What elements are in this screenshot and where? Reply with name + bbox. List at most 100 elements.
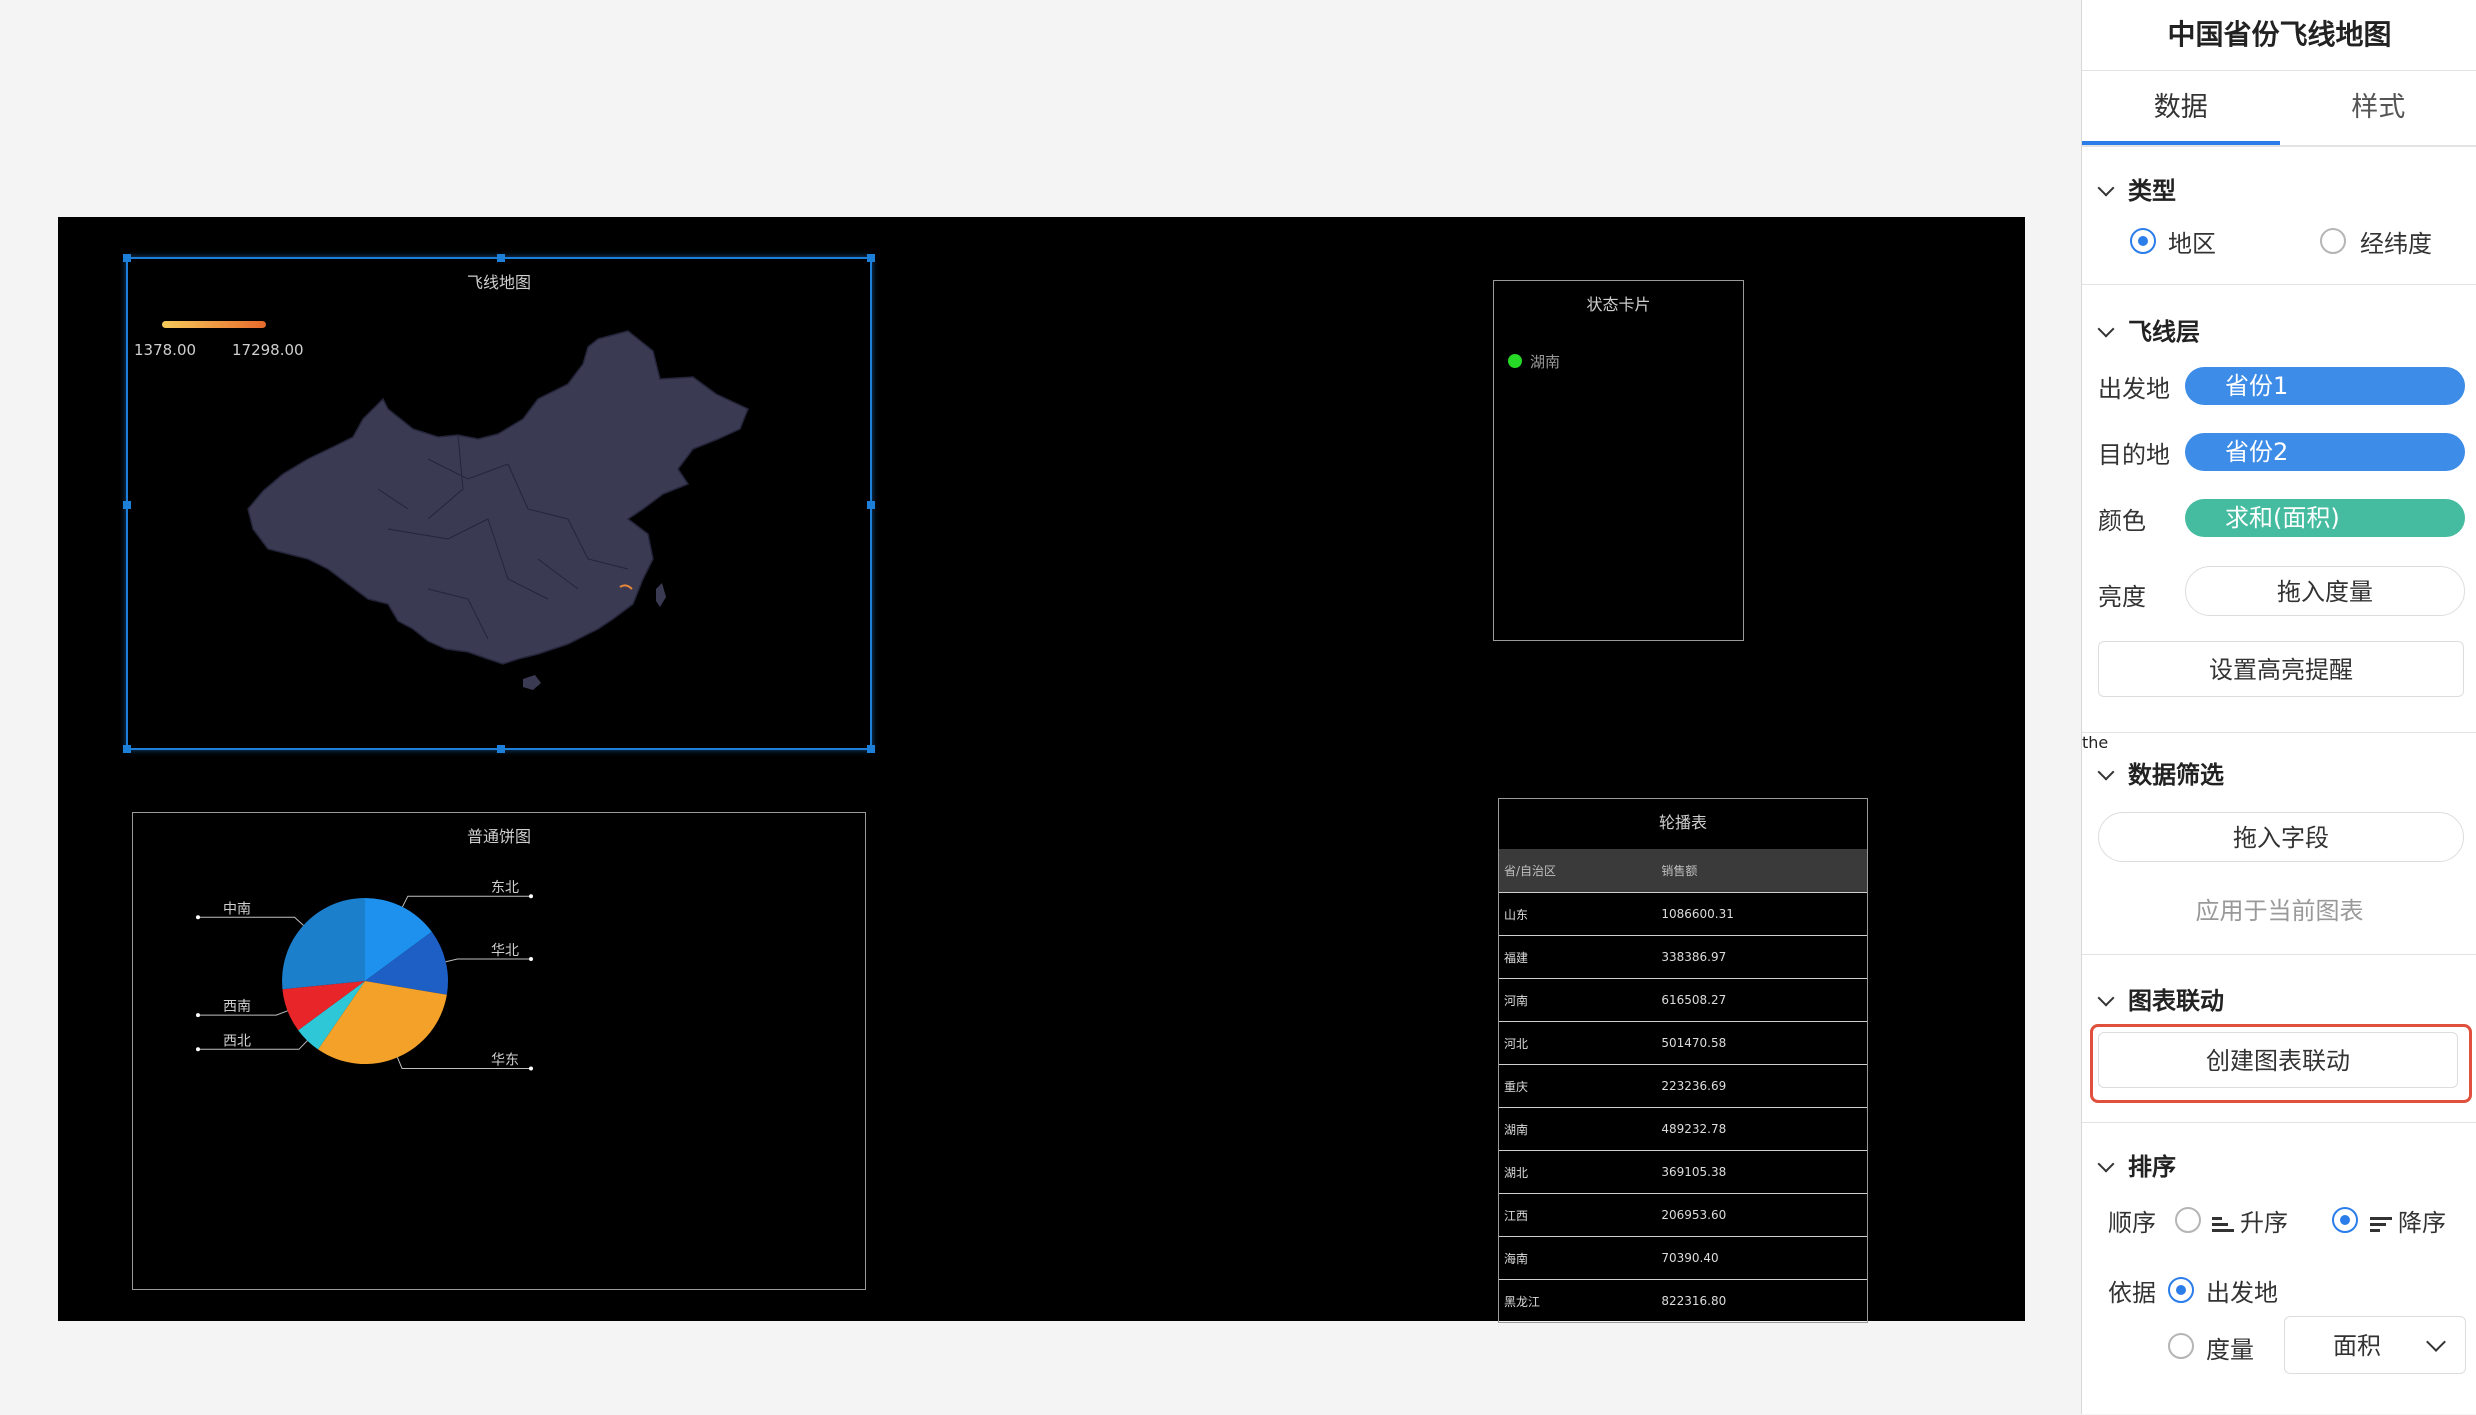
china-map[interactable] <box>128 259 874 752</box>
radio-basis-measure[interactable] <box>2168 1333 2194 1359</box>
type-section-title: 类型 <box>2128 177 2176 205</box>
filter-drop-zone[interactable]: 拖入字段 <box>2098 812 2464 862</box>
pie-leader-line <box>446 959 531 962</box>
sort-section-header[interactable]: 排序 <box>2100 1147 2176 1182</box>
apply-to-chart-link[interactable]: 应用于当前图表 <box>2082 891 2476 926</box>
brightness-drop-zone[interactable]: 拖入度量 <box>2185 566 2465 616</box>
pie-slice-label: 西南 <box>223 999 251 1015</box>
radio-latlng[interactable] <box>2320 228 2346 254</box>
cell-province: 江西 <box>1499 1194 1661 1237</box>
measure-select[interactable]: 面积 <box>2284 1316 2466 1374</box>
status-dot <box>1508 354 1522 368</box>
pie-chart: 东北华北华东 西北 西南 中南 <box>133 813 867 1291</box>
measure-select-value: 面积 <box>2333 1332 2381 1360</box>
cell-province: 河北 <box>1499 1022 1661 1065</box>
table-row: 河南616508.27 <box>1499 979 1867 1022</box>
radio-basis-origin[interactable] <box>2168 1277 2194 1303</box>
resize-handle-n[interactable] <box>497 254 505 262</box>
status-item-label: 湖南 <box>1530 351 1560 372</box>
flight-layer-header[interactable]: 飞线层 <box>2100 312 2200 347</box>
resize-handle-ne[interactable] <box>867 254 875 262</box>
flight-map-widget[interactable]: 飞线地图 1378.00 17298.00 <box>126 257 872 750</box>
pie-leader-dot <box>196 1013 200 1017</box>
resize-handle-nw[interactable] <box>123 254 131 262</box>
cell-sales: 338386.97 <box>1661 936 1867 979</box>
table-row: 海南70390.40 <box>1499 1237 1867 1280</box>
pie-leader-dot <box>529 1066 533 1070</box>
cell-province: 黑龙江 <box>1499 1280 1661 1323</box>
order-label: 顺序 <box>2108 1203 2156 1238</box>
chevron-down-icon <box>2098 180 2115 197</box>
pie-chart-widget[interactable]: 普通饼图 东北华北华东西北西南中南 <box>132 812 866 1290</box>
pie-slice-label: 华北 <box>491 943 519 959</box>
chevron-down-icon <box>2098 990 2115 1007</box>
basis-label: 依据 <box>2108 1273 2156 1308</box>
filter-section-title: 数据筛选 <box>2128 761 2224 789</box>
origin-label: 出发地 <box>2098 369 2170 404</box>
type-section: 类型 地区 经纬度 <box>2082 146 2476 285</box>
pie-slice-label: 中南 <box>223 901 251 917</box>
radio-region[interactable] <box>2130 228 2156 254</box>
table-row: 湖南489232.78 <box>1499 1108 1867 1151</box>
radio-ascending[interactable] <box>2175 1207 2201 1233</box>
flight-layer-section: 飞线层 出发地 省份1 目的地 省份2 颜色 求和(面积) 亮度 拖入度量 设置… <box>2082 284 2476 733</box>
chart-link-section: 图表联动 创建图表联动 <box>2082 954 2476 1123</box>
table-row: 湖北369105.38 <box>1499 1151 1867 1194</box>
filter-section: 数据筛选 the拖入字段 应用于当前图表 <box>2082 732 2476 955</box>
resize-handle-se[interactable] <box>867 745 875 753</box>
cell-sales: 369105.38 <box>1661 1151 1867 1194</box>
resize-handle-e[interactable] <box>867 501 875 509</box>
pie-leader-dot <box>529 957 533 961</box>
resize-handle-s[interactable] <box>497 745 505 753</box>
cell-sales: 822316.80 <box>1661 1280 1867 1323</box>
basis-measure-label: 度量 <box>2206 1330 2254 1365</box>
pie-leader-line <box>198 1041 307 1050</box>
chevron-down-icon <box>2098 764 2115 781</box>
pie-slice[interactable] <box>282 898 365 989</box>
hainan-island <box>523 675 541 690</box>
column-header-sales: 销售额 <box>1661 849 1867 893</box>
pie-leader-line <box>198 917 303 925</box>
pie-slice-label: 西北 <box>223 1033 251 1049</box>
cell-sales: 1086600.31 <box>1661 893 1867 936</box>
sort-descending-icon <box>2370 1216 2392 1232</box>
dashboard-canvas: 飞线地图 1378.00 17298.00 状态卡片 湖南 普通饼图 东北华北华… <box>58 217 2025 1321</box>
tab-data[interactable]: 数据 <box>2082 71 2280 145</box>
cell-province: 河南 <box>1499 979 1661 1022</box>
radio-descending[interactable] <box>2332 1207 2358 1233</box>
pie-slice-label: 东北 <box>491 880 519 896</box>
filter-section-header[interactable]: 数据筛选 <box>2100 755 2224 790</box>
destination-field-pill[interactable]: 省份2 <box>2185 433 2465 471</box>
cell-sales: 223236.69 <box>1661 1065 1867 1108</box>
tab-style[interactable]: 样式 <box>2280 71 2476 145</box>
pie-leader-dot <box>529 894 533 898</box>
cell-province: 山东 <box>1499 893 1661 936</box>
type-section-header[interactable]: 类型 <box>2100 171 2176 206</box>
set-highlight-button[interactable]: 设置高亮提醒 <box>2098 641 2464 697</box>
cell-province: 重庆 <box>1499 1065 1661 1108</box>
carousel-table-widget[interactable]: 轮播表 省/自治区 销售额 山东1086600.31福建338386.97河南6… <box>1498 798 1868 1323</box>
table-row: 黑龙江822316.80 <box>1499 1280 1867 1323</box>
destination-label: 目的地 <box>2098 435 2170 470</box>
panel-title: 中国省份飞线地图 <box>2082 0 2476 71</box>
pie-slice-label: 华东 <box>491 1052 519 1068</box>
create-chart-link-button[interactable]: 创建图表联动 <box>2098 1032 2458 1088</box>
resize-handle-sw[interactable] <box>123 745 131 753</box>
chart-link-header[interactable]: 图表联动 <box>2100 981 2224 1016</box>
origin-field-pill[interactable]: 省份1 <box>2185 367 2465 405</box>
sort-ascending-icon <box>2212 1216 2234 1232</box>
cell-sales: 206953.60 <box>1661 1194 1867 1237</box>
taiwan-island <box>656 583 666 607</box>
chevron-down-icon <box>2098 321 2115 338</box>
column-header-province: 省/自治区 <box>1499 849 1661 893</box>
radio-latlng-label: 经纬度 <box>2360 224 2432 259</box>
color-field-pill[interactable]: 求和(面积) <box>2185 499 2465 537</box>
pie-leader-line <box>402 896 531 907</box>
pie-leader-dot <box>196 1047 200 1051</box>
panel-tabs: 数据 样式 <box>2082 71 2476 146</box>
config-panel: 中国省份飞线地图 数据 样式 类型 地区 经纬度 飞线层 出发地 省份1 目的地… <box>2081 0 2476 1414</box>
resize-handle-w[interactable] <box>123 501 131 509</box>
carousel-table-title: 轮播表 <box>1499 809 1867 833</box>
status-card-widget[interactable]: 状态卡片 湖南 <box>1493 280 1744 641</box>
chevron-down-icon <box>2098 1156 2115 1173</box>
